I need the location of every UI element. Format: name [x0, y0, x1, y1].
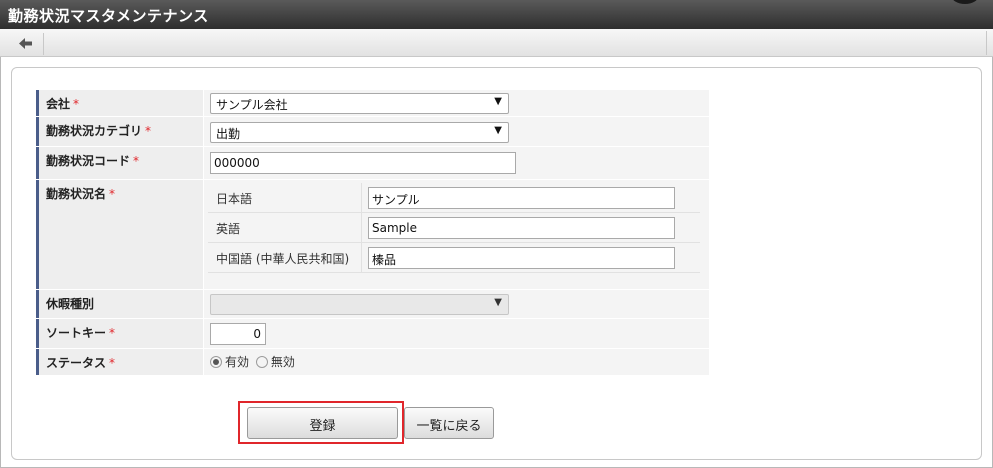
name-row: 勤務状況名 * 日本語 サンプル 英語 Sample 中国語 (中華人民共和国) … — [36, 180, 709, 290]
register-button[interactable]: 登録 — [247, 407, 398, 439]
title-bar: 勤務状況マスタメンテナンス — [0, 0, 993, 29]
code-value-cell: 000000 — [204, 147, 709, 179]
status-inactive-radio[interactable] — [255, 356, 268, 368]
category-select[interactable]: 出勤 ▼ — [210, 122, 509, 143]
name-label-text: 勤務状況名 — [46, 187, 107, 201]
name-locale-row: 日本語 サンプル — [208, 183, 700, 213]
sort-key-input[interactable]: 0 — [210, 323, 266, 345]
divider — [361, 183, 362, 213]
sort-key-label-text: ソートキー — [46, 326, 107, 340]
name-locale-row: 英語 Sample — [208, 213, 700, 243]
name-value-cell: 日本語 サンプル 英語 Sample 中国語 (中華人民共和国) 榛品 — [204, 180, 709, 289]
chevron-down-icon: ▼ — [494, 125, 502, 136]
category-selected-value: 出勤 — [216, 127, 241, 141]
company-select[interactable]: サンプル会社 ▼ — [210, 93, 509, 114]
required-mark: * — [109, 356, 116, 370]
status-active-radio[interactable] — [210, 356, 222, 368]
name-ja-input[interactable]: サンプル — [368, 187, 675, 209]
leave-type-select[interactable]: ▼ — [210, 294, 509, 315]
name-zh-input[interactable]: 榛品 — [368, 247, 675, 269]
name-locale-row: 中国語 (中華人民共和国) 榛品 — [208, 243, 700, 273]
required-mark: * — [133, 154, 140, 168]
chevron-down-icon: ▼ — [494, 96, 502, 107]
leave-type-value-cell: ▼ — [204, 290, 709, 318]
company-row: 会社 * サンプル会社 ▼ — [36, 90, 709, 117]
chevron-down-icon: ▼ — [494, 297, 502, 308]
company-label: 会社 * — [36, 90, 203, 116]
leave-type-row: 休暇種別 ▼ — [36, 290, 709, 319]
master-form: 会社 * サンプル会社 ▼ 勤務状況カテゴリ * 出勤 ▼ 勤務状況コード * 000… — [36, 90, 709, 376]
status-label-text: ステータス — [46, 356, 107, 370]
locale-label: 日本語 — [216, 192, 253, 206]
name-label: 勤務状況名 * — [36, 180, 203, 289]
required-mark: * — [73, 97, 80, 111]
category-label: 勤務状況カテゴリ * — [36, 117, 203, 146]
company-label-text: 会社 — [46, 97, 71, 111]
required-mark: * — [109, 326, 116, 340]
arrow-left-icon — [19, 38, 32, 49]
code-label: 勤務状況コード * — [36, 147, 203, 179]
leave-type-label: 休暇種別 — [36, 290, 203, 318]
code-input[interactable]: 000000 — [210, 152, 516, 174]
status-label: ステータス * — [36, 349, 203, 375]
toolbar-divider — [986, 31, 987, 55]
name-en-input[interactable]: Sample — [368, 217, 675, 239]
status-active-label[interactable]: 有効 — [225, 355, 249, 369]
back-button[interactable] — [8, 33, 44, 55]
page-title: 勤務状況マスタメンテナンス — [8, 7, 209, 25]
status-inactive-label[interactable]: 無効 — [271, 355, 295, 369]
toolbar — [0, 29, 993, 57]
divider — [361, 243, 362, 273]
divider — [361, 213, 362, 243]
required-mark: * — [145, 124, 152, 138]
required-mark: * — [109, 187, 116, 201]
code-row: 勤務状況コード * 000000 — [36, 147, 709, 180]
back-to-list-button[interactable]: 一覧に戻る — [404, 407, 494, 439]
sort-key-value-cell: 0 — [204, 319, 709, 348]
status-row: ステータス * 有効 無効 — [36, 349, 709, 376]
window-corner — [951, 0, 979, 4]
company-selected-value: サンプル会社 — [216, 98, 288, 112]
sort-key-label: ソートキー * — [36, 319, 203, 348]
status-radio-group: 有効 無効 — [210, 353, 298, 370]
code-label-text: 勤務状況コード — [46, 154, 131, 168]
locale-label: 中国語 (中華人民共和国) — [216, 252, 350, 266]
category-value-cell: 出勤 ▼ — [204, 117, 709, 146]
company-value-cell: サンプル会社 ▼ — [204, 90, 709, 116]
category-row: 勤務状況カテゴリ * 出勤 ▼ — [36, 117, 709, 147]
leave-type-label-text: 休暇種別 — [46, 297, 95, 311]
sort-key-row: ソートキー * 0 — [36, 319, 709, 349]
status-value-cell: 有効 無効 — [204, 349, 709, 375]
locale-label: 英語 — [216, 222, 241, 236]
category-label-text: 勤務状況カテゴリ — [46, 124, 143, 138]
